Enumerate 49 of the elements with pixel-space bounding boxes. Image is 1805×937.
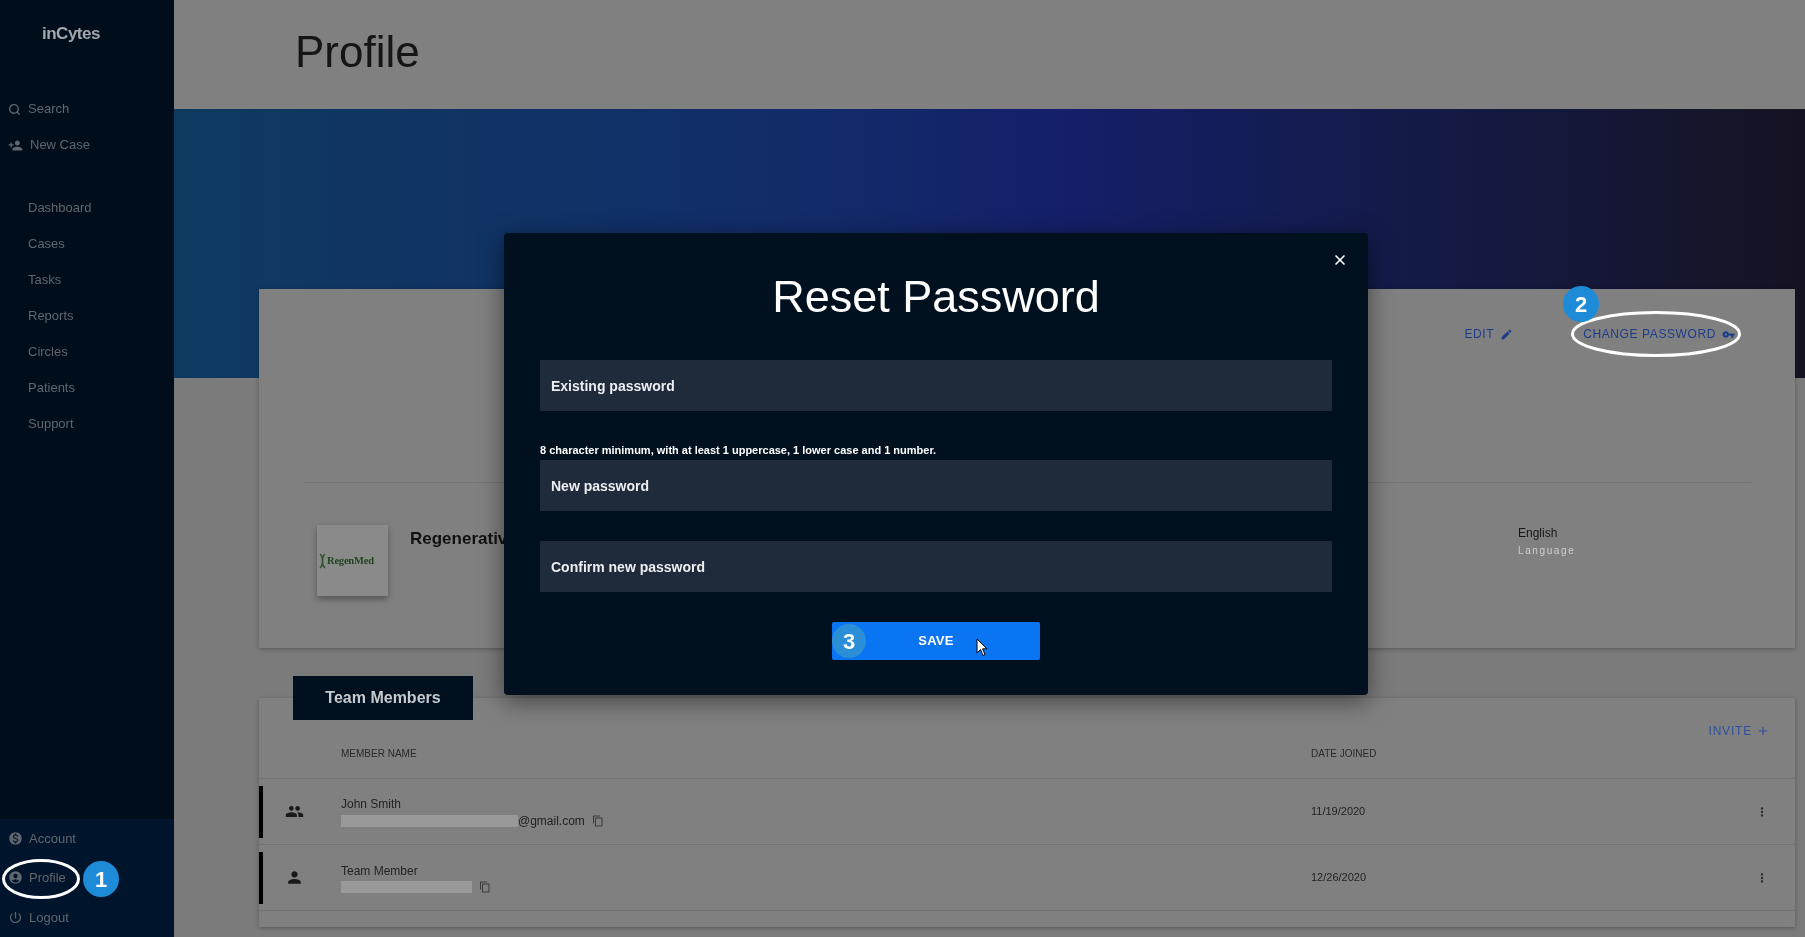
dialog-title: Reset Password <box>771 270 1101 324</box>
copy-icon[interactable] <box>591 814 604 827</box>
row-accent-bar <box>259 851 263 904</box>
member-row[interactable]: Team Member 12/26/2020 <box>259 845 1795 911</box>
sidebar-item[interactable]: Dashboard <box>0 190 174 226</box>
member-name: Team Member <box>341 862 419 879</box>
language-value: English <box>1518 525 1559 541</box>
sidebar-item[interactable]: Cases <box>0 226 174 262</box>
language-label: Language <box>1518 544 1577 558</box>
password-hint: 8 character minimum, with at least 1 uppercase, 1 lower case and 1 number. <box>540 443 938 457</box>
power-icon <box>8 909 23 925</box>
sidebar-item[interactable]: Search <box>0 91 174 127</box>
sidebar-item[interactable]: Logout <box>0 907 69 928</box>
logo-text: RegenMed <box>327 553 374 568</box>
close-icon <box>1332 252 1348 268</box>
row-accent-bar <box>259 785 263 838</box>
member-row[interactable]: John Smith @gmail.com 11/19/2020 <box>259 779 1795 845</box>
password-field[interactable]: New password <box>540 460 1332 511</box>
invite-link[interactable]: INVITE <box>1708 722 1770 740</box>
helix-icon <box>319 552 326 569</box>
sidebar-item[interactable]: Circles <box>0 334 174 370</box>
member-email: @gmail.com <box>518 813 585 828</box>
page-title: Profile <box>295 30 420 74</box>
sidebar-item[interactable]: Patients <box>0 370 174 406</box>
member-name: John Smith <box>341 795 403 812</box>
plus-icon <box>1756 724 1770 738</box>
password-field[interactable]: Existing password <box>540 360 1332 411</box>
sidebar-item[interactable]: Reports <box>0 298 174 334</box>
step-marker: 2 <box>1563 286 1600 322</box>
dollar-icon <box>8 831 23 847</box>
pencil-icon <box>1500 327 1514 341</box>
sidebar-item[interactable]: New Case <box>0 127 174 163</box>
date-joined: 11/19/2020 <box>1311 804 1367 820</box>
step-marker: 1 <box>83 861 119 898</box>
app-logo[interactable]: inCytes <box>42 24 100 43</box>
date-joined: 12/26/2020 <box>1311 870 1368 886</box>
search-icon <box>8 102 21 116</box>
close-button[interactable] <box>1332 252 1348 268</box>
column-header: DATE JOINED <box>1311 746 1377 761</box>
person-icon <box>285 868 304 887</box>
sidebar-item[interactable]: Tasks <box>0 262 174 298</box>
column-header: MEMBER NAME <box>341 746 418 761</box>
copy-icon[interactable] <box>479 880 491 893</box>
profile-action-link[interactable]: EDIT <box>1464 325 1514 343</box>
team-members-tab[interactable]: Team Members <box>293 676 473 720</box>
password-field[interactable]: Confirm new password <box>540 541 1332 592</box>
cursor-icon <box>976 638 988 657</box>
sidebar-item[interactable]: Support <box>0 406 174 442</box>
sidebar-item[interactable]: Account <box>0 828 76 849</box>
